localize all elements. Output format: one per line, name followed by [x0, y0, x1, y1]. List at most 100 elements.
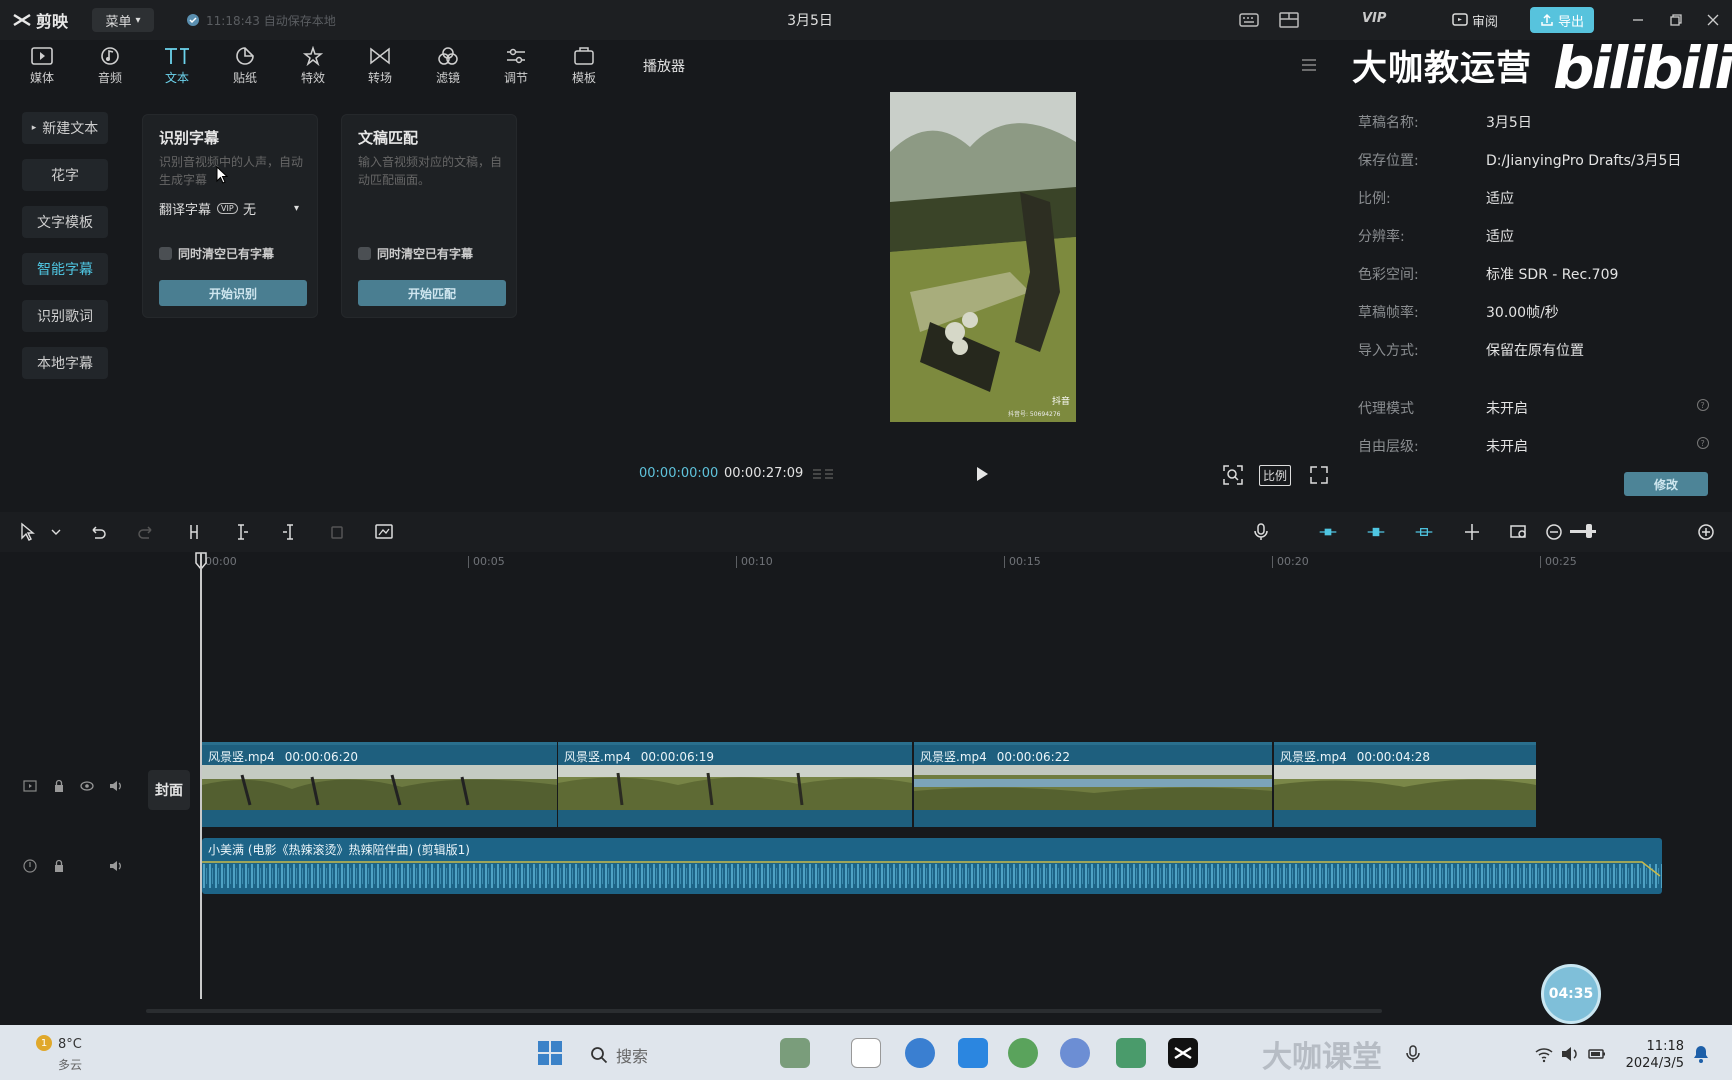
video-clip[interactable]: 风景竖.mp4 00:00:06:20	[202, 742, 557, 827]
minimize-icon[interactable]	[1628, 10, 1648, 30]
nav-new-text[interactable]: ▸ 新建文本	[22, 112, 108, 144]
export-button[interactable]: 导出	[1530, 7, 1594, 33]
ruler-label: 00:10	[736, 556, 773, 568]
taskbar-search[interactable]: 搜索	[590, 1043, 648, 1067]
crop-image-icon[interactable]	[374, 522, 394, 542]
cover-button[interactable]: 封面	[148, 770, 190, 810]
delete-icon[interactable]	[327, 522, 347, 542]
prop-value: 未开启	[1486, 401, 1528, 417]
select-cursor-icon[interactable]	[18, 522, 38, 542]
redo-icon[interactable]	[136, 522, 156, 542]
toolbar-template[interactable]: 模板	[556, 46, 612, 90]
zoom-fit-icon[interactable]	[1222, 464, 1244, 486]
taskbar-clock[interactable]: 11:18 2024/3/5	[1620, 1038, 1684, 1072]
menu-button[interactable]: 菜单 ▾	[92, 8, 154, 32]
prop-label: 代理模式	[1358, 401, 1414, 417]
keyboard-icon[interactable]	[1238, 10, 1260, 30]
speaker-icon[interactable]	[1560, 1044, 1580, 1064]
trim-right-icon[interactable]	[279, 522, 299, 542]
app-icon[interactable]	[1116, 1038, 1146, 1068]
preview-axis-icon[interactable]	[1462, 522, 1482, 542]
playhead[interactable]	[200, 553, 202, 999]
chat-app-icon[interactable]	[905, 1038, 935, 1068]
save-status-text: 11:18:43 自动保存本地	[206, 13, 336, 28]
volume-icon[interactable]	[108, 778, 124, 794]
restore-icon[interactable]	[1666, 10, 1686, 30]
menu-lines-icon[interactable]	[1300, 57, 1318, 73]
trim-left-icon[interactable]	[232, 522, 252, 542]
video-clip[interactable]: 风景竖.mp4 00:00:06:22	[914, 742, 1272, 827]
timeline-scrollbar[interactable]	[146, 1009, 1382, 1013]
toolbar-effects[interactable]: 特效	[285, 46, 341, 90]
play-icon[interactable]	[974, 465, 990, 483]
microphone-icon[interactable]	[1251, 522, 1271, 542]
eye-icon[interactable]	[79, 778, 95, 794]
split-icon[interactable]	[184, 522, 204, 542]
magnet-icon[interactable]	[1366, 522, 1386, 542]
feishu-icon[interactable]	[958, 1038, 988, 1068]
undo-icon[interactable]	[88, 522, 108, 542]
translate-select[interactable]: 无 ▾	[243, 197, 299, 219]
help-icon[interactable]: ?	[1696, 436, 1710, 450]
clear-existing-checkbox[interactable]: 同时清空已有字幕	[159, 245, 274, 262]
zoom-slider-handle[interactable]	[1586, 524, 1592, 538]
ratio-button[interactable]: 比例	[1259, 465, 1292, 486]
video-clip[interactable]: 风景竖.mp4 00:00:06:19	[558, 742, 912, 827]
card-description: 输入音视频对应的文稿，自动匹配画面。	[358, 155, 503, 187]
clear-existing-checkbox[interactable]: 同时清空已有字幕	[358, 245, 473, 262]
video-clip[interactable]: 风景竖.mp4 00:00:04:28	[1274, 742, 1536, 827]
lock-icon[interactable]	[51, 778, 67, 794]
video-preview[interactable]: 抖音 抖音号: 50694276	[890, 92, 1076, 422]
toolbar-text[interactable]: 文本	[149, 46, 205, 90]
close-icon[interactable]	[1703, 10, 1723, 30]
ruler-label: 00:05	[468, 556, 505, 568]
review-button[interactable]: 审阅	[1452, 9, 1498, 31]
file-manager-icon[interactable]	[851, 1038, 881, 1068]
zoom-in-icon[interactable]	[1696, 522, 1716, 542]
microphone-icon[interactable]	[1403, 1044, 1423, 1064]
start-recognize-button[interactable]: 开始识别	[159, 280, 307, 306]
toolbar-transition[interactable]: 转场	[352, 46, 408, 90]
lock-icon[interactable]	[51, 858, 67, 874]
review-icon	[1452, 13, 1468, 26]
nav-local-caption[interactable]: 本地字幕	[22, 347, 108, 379]
grid-icon[interactable]	[811, 466, 835, 482]
chevron-down-icon[interactable]	[46, 522, 66, 542]
toolbar-adjust[interactable]: 调节	[488, 46, 544, 90]
vip-badge[interactable]: VIP	[1362, 11, 1386, 26]
start-match-button[interactable]: 开始匹配	[358, 280, 506, 306]
fullscreen-icon[interactable]	[1308, 464, 1330, 486]
notification-bell-icon[interactable]	[1692, 1044, 1710, 1064]
wechat-icon[interactable]	[1060, 1038, 1090, 1068]
prop-label: 色彩空间:	[1358, 267, 1419, 283]
nav-fancy-text[interactable]: 花字	[22, 159, 108, 191]
weather-description[interactable]: 多云	[58, 1056, 82, 1073]
svg-text:?: ?	[1701, 439, 1705, 448]
recording-timer[interactable]: 04:35	[1541, 964, 1601, 1024]
linkage-icon[interactable]	[1414, 522, 1434, 542]
help-icon[interactable]: ?	[1696, 398, 1710, 412]
browser-icon[interactable]	[1008, 1038, 1038, 1068]
windows-start-icon[interactable]	[536, 1039, 564, 1067]
nav-smart-caption[interactable]: 智能字幕	[22, 253, 108, 285]
nav-text-template[interactable]: 文字模板	[22, 206, 108, 238]
layout-icon[interactable]	[1278, 10, 1300, 30]
battery-icon[interactable]	[1587, 1044, 1607, 1064]
volume-icon[interactable]	[108, 858, 124, 874]
zoom-slider-track[interactable]	[1570, 530, 1596, 533]
weather-temperature[interactable]: 8°C	[58, 1037, 82, 1052]
capcut-taskbar-icon[interactable]	[1168, 1038, 1198, 1068]
zoom-out-icon[interactable]	[1544, 522, 1564, 542]
toolbar-sticker[interactable]: 贴纸	[217, 46, 273, 90]
toolbar-audio[interactable]: 音频	[82, 46, 138, 90]
wifi-icon[interactable]	[1534, 1044, 1554, 1064]
nav-lyrics[interactable]: 识别歌词	[22, 300, 108, 332]
main-track-link-icon[interactable]	[1318, 522, 1338, 542]
zoom-timeline-icon[interactable]	[1509, 522, 1529, 542]
modify-button[interactable]: 修改	[1624, 472, 1708, 496]
toolbar-filter[interactable]: 滤镜	[420, 46, 476, 90]
current-timecode: 00:00:00:00	[639, 466, 719, 481]
scenery-app-icon[interactable]	[780, 1038, 810, 1068]
toolbar-media[interactable]: 媒体	[14, 46, 70, 90]
audio-clip[interactable]: 小美满 (电影《热辣滚烫》热辣陪伴曲) (剪辑版1)	[202, 838, 1662, 894]
